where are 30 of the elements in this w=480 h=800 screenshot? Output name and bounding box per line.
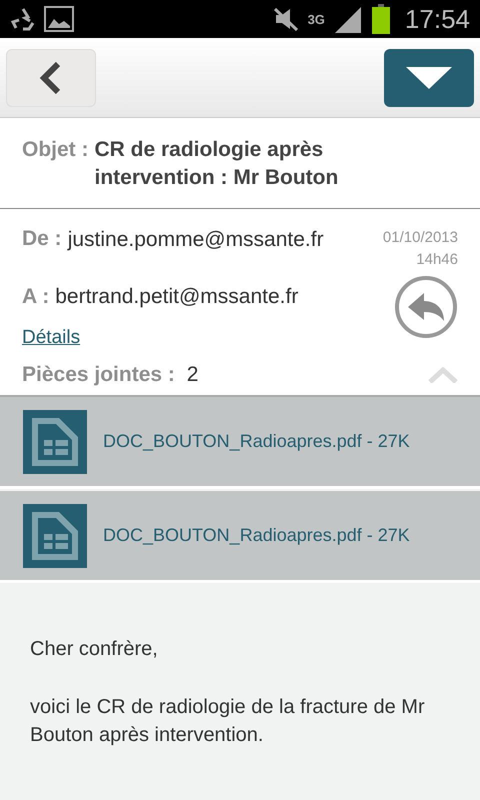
attachment-name: DOC_BOUTON_Radioapres.pdf - 27K bbox=[103, 431, 410, 452]
attachment-item[interactable]: DOC_BOUTON_Radioapres.pdf - 27K bbox=[0, 491, 480, 583]
spreadsheet-file-icon bbox=[23, 410, 87, 474]
recycle-icon bbox=[10, 6, 36, 32]
attachments-label: Pièces jointes : bbox=[22, 363, 175, 387]
image-icon bbox=[44, 6, 74, 32]
message-paragraph: Cher confrère, bbox=[30, 637, 159, 662]
recipient-address: bertrand.petit@mssante.fr bbox=[55, 285, 298, 309]
from-label: De : bbox=[22, 227, 62, 251]
caret-icon bbox=[406, 66, 452, 88]
to-label: A : bbox=[22, 285, 50, 309]
clock: 17:54 bbox=[404, 4, 470, 34]
attachment-item[interactable]: DOC_BOUTON_Radioapres.pdf - 27K bbox=[0, 397, 480, 489]
message-time: 14h46 bbox=[416, 250, 458, 270]
sender-address: justine.pomme@mssante.fr bbox=[68, 227, 325, 253]
network-type: 3G bbox=[308, 12, 325, 26]
details-link[interactable]: Détails bbox=[22, 327, 80, 349]
mute-icon bbox=[272, 6, 300, 32]
dropdown-button[interactable] bbox=[384, 48, 474, 106]
signal-icon bbox=[332, 5, 363, 33]
attachments-count: 2 bbox=[186, 363, 198, 387]
message-paragraph: voici le CR de radiologie de la fracture de Mr Bouton après intervention. bbox=[30, 695, 426, 748]
spreadsheet-file-icon bbox=[23, 504, 87, 568]
attachment-name: DOC_BOUTON_Radioapres.pdf - 27K bbox=[103, 525, 410, 546]
battery-icon bbox=[370, 4, 391, 34]
subject-text: CR de radiologie après intervention : Mr Bouton bbox=[94, 137, 340, 191]
message-date: 01/10/2013 bbox=[382, 228, 458, 248]
subject-label: Objet : bbox=[22, 137, 88, 163]
reply-icon[interactable] bbox=[394, 275, 458, 339]
back-button[interactable] bbox=[6, 48, 96, 106]
